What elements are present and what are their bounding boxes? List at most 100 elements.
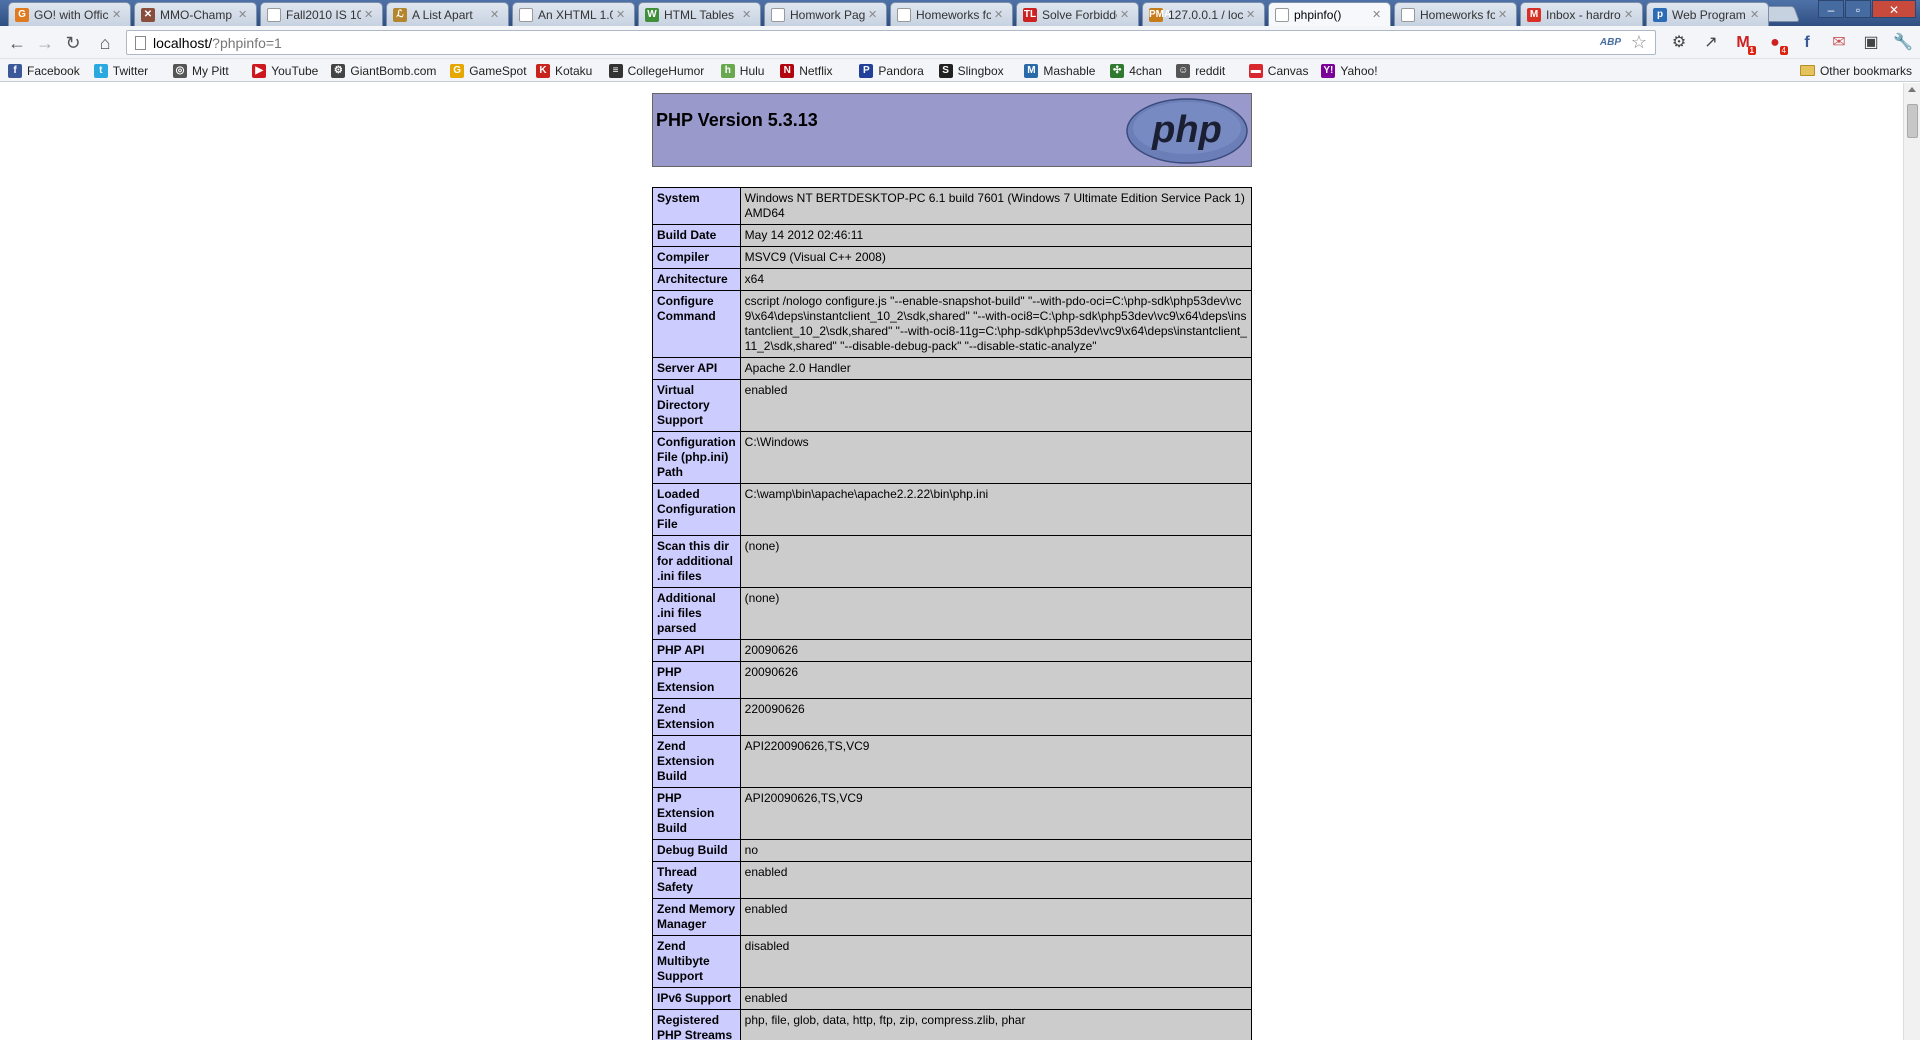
row-value: 20090626 xyxy=(739,639,1253,662)
bookmark-item[interactable]: ⚙ GiantBomb.com xyxy=(331,62,436,79)
table-row: Architecture x64 xyxy=(652,268,1253,291)
notifier-extension-icon[interactable]: ● 4 xyxy=(1764,32,1788,55)
row-value: no xyxy=(739,839,1253,862)
bookmark-item[interactable]: t Twitter xyxy=(93,62,148,79)
home-icon[interactable]: ⌂ xyxy=(94,32,116,54)
bookmark-item[interactable]: ▶ YouTube xyxy=(252,62,318,79)
browser-tab[interactable]: Homwork Pag ✕ xyxy=(764,2,887,26)
browser-tab[interactable]: W HTML Tables ✕ xyxy=(638,2,761,26)
bookmark-favicon-icon: t xyxy=(93,63,108,78)
bookmark-item[interactable]: M Mashable xyxy=(1024,62,1095,79)
settings-extension-icon[interactable]: ⚙ xyxy=(1668,32,1690,54)
row-key: Zend Extension xyxy=(652,698,741,736)
facebook-extension-icon[interactable]: f xyxy=(1796,32,1818,54)
page-scrollbar[interactable] xyxy=(1903,83,1920,1040)
tab-favicon-icon xyxy=(267,7,281,22)
browser-tab[interactable]: PMA 127.0.0.1 / loca ✕ xyxy=(1142,2,1265,26)
gmail-extension-icon[interactable]: M1 xyxy=(1732,32,1756,55)
table-row: Zend Multibyte Support disabled xyxy=(652,935,1253,988)
bookmark-item[interactable]: f Facebook xyxy=(8,62,80,79)
tab-close-icon[interactable]: ✕ xyxy=(1750,8,1762,21)
tab-close-icon[interactable]: ✕ xyxy=(238,8,250,21)
table-row: Build Date May 14 2012 02:46:11 xyxy=(652,224,1253,247)
row-value: May 14 2012 02:46:11 xyxy=(739,224,1253,247)
tab-close-icon[interactable]: ✕ xyxy=(112,8,124,21)
tab-title: Inbox - hardro xyxy=(1546,7,1621,22)
wrench-menu-icon[interactable]: 🔧 xyxy=(1892,32,1914,54)
row-key: Zend Multibyte Support xyxy=(652,935,741,988)
maximize-button[interactable]: ▫ xyxy=(1845,0,1871,18)
scroll-thumb[interactable] xyxy=(1907,104,1918,138)
browser-tab[interactable]: phpinfo() ✕ xyxy=(1268,2,1391,26)
scroll-up-arrow[interactable] xyxy=(1908,87,1916,92)
tab-close-icon[interactable]: ✕ xyxy=(742,8,754,21)
tab-favicon-icon xyxy=(771,7,785,22)
table-row: Debug Build no xyxy=(652,839,1253,862)
bookmark-item[interactable]: ✣ 4chan xyxy=(1110,62,1162,79)
table-row: PHP Extension 20090626 xyxy=(652,661,1253,699)
page-title: PHP Version 5.3.13 xyxy=(656,110,818,130)
tab-close-icon[interactable]: ✕ xyxy=(868,8,880,21)
bookmark-favicon-icon: h xyxy=(720,63,735,78)
browser-tab[interactable]: TL Solve Forbidde ✕ xyxy=(1016,2,1139,26)
tab-title: GO! with Offic xyxy=(34,7,109,22)
tab-close-icon[interactable]: ✕ xyxy=(616,8,628,21)
bookmark-label: GameSpot xyxy=(469,63,527,78)
tab-close-icon[interactable]: ✕ xyxy=(1624,8,1636,21)
bookmark-star-icon[interactable]: ☆ xyxy=(1631,32,1647,53)
address-url[interactable]: localhost/?phpinfo=1 xyxy=(153,35,282,51)
address-bar[interactable]: localhost/?phpinfo=1 ABP ☆ xyxy=(126,30,1656,55)
bookmark-item[interactable]: S Slingbox xyxy=(938,62,1004,79)
bookmark-favicon-icon: Y! xyxy=(1321,63,1336,78)
browser-tab[interactable]: ✕ MMO-Champ ✕ xyxy=(134,2,257,26)
php-info-table: System Windows NT BERTDESKTOP-PC 6.1 buil… xyxy=(652,187,1253,1040)
other-bookmarks[interactable]: Other bookmarks xyxy=(1799,62,1912,79)
row-value: 20090626 xyxy=(739,661,1253,699)
bookmark-item[interactable]: ◎ My Pitt xyxy=(173,62,229,79)
tab-close-icon[interactable]: ✕ xyxy=(1246,8,1258,21)
mail-extension-icon[interactable]: ✉ xyxy=(1828,32,1850,54)
abp-icon[interactable]: ABP xyxy=(1600,37,1621,48)
row-value: C:\wamp\bin\apache\apache2.2.22\bin\php.… xyxy=(739,483,1253,536)
tab-favicon-icon xyxy=(1275,7,1289,22)
screenshot-extension-icon[interactable]: ▣ xyxy=(1860,32,1882,54)
bookmark-item[interactable]: Y! Yahoo! xyxy=(1321,62,1378,79)
bookmark-item[interactable]: K Kotaku xyxy=(536,62,592,79)
bookmark-item[interactable]: ▬ Canvas xyxy=(1248,62,1308,79)
browser-toolbar: ← → ↻ ⌂ localhost/?phpinfo=1 ABP ☆ ⚙ ↗ M… xyxy=(0,26,1920,59)
browser-tab[interactable]: p Web Program ✕ xyxy=(1646,2,1769,26)
table-row: Compiler MSVC9 (Visual C++ 2008) xyxy=(652,246,1253,269)
forward-icon[interactable]: → xyxy=(34,32,56,54)
close-window-button[interactable]: ✕ xyxy=(1872,0,1916,18)
back-icon[interactable]: ← xyxy=(6,32,28,54)
tab-close-icon[interactable]: ✕ xyxy=(994,8,1006,21)
browser-tab[interactable]: Fall2010 IS 105✕ xyxy=(260,2,383,26)
share-extension-icon[interactable]: ↗ xyxy=(1700,32,1722,54)
table-row: IPv6 Support enabled xyxy=(652,987,1253,1010)
bookmark-item[interactable]: h Hulu xyxy=(720,62,765,79)
tab-close-icon[interactable]: ✕ xyxy=(364,8,376,21)
reload-icon[interactable]: ↻ xyxy=(62,32,84,54)
minimize-button[interactable]: – xyxy=(1818,0,1844,18)
bookmark-item[interactable]: N Netflix xyxy=(780,62,833,79)
tab-title: An XHTML 1.0 xyxy=(538,7,613,22)
bookmark-favicon-icon: M xyxy=(1024,63,1039,78)
bookmark-favicon-icon: G xyxy=(450,63,465,78)
browser-tab[interactable]: ℒ A List Apart ✕ xyxy=(386,2,509,26)
tab-close-icon[interactable]: ✕ xyxy=(1372,8,1384,21)
bookmark-item[interactable]: P Pandora xyxy=(859,62,924,79)
tab-close-icon[interactable]: ✕ xyxy=(1498,8,1510,21)
row-value: API20090626,TS,VC9 xyxy=(739,787,1253,840)
bookmark-item[interactable]: ☺ reddit xyxy=(1176,62,1225,79)
tab-favicon-icon xyxy=(1401,7,1415,22)
browser-tab[interactable]: G GO! with Offic ✕ xyxy=(8,2,131,26)
bookmark-label: Hulu xyxy=(739,63,765,78)
bookmark-item[interactable]: G GameSpot xyxy=(450,62,527,79)
browser-tab[interactable]: M Inbox - hardro ✕ xyxy=(1520,2,1643,26)
tab-close-icon[interactable]: ✕ xyxy=(1120,8,1132,21)
browser-tab[interactable]: Homeworks fo ✕ xyxy=(1394,2,1517,26)
browser-tab[interactable]: An XHTML 1.0 ✕ xyxy=(512,2,635,26)
bookmark-item[interactable]: ≡ CollegeHumor xyxy=(608,62,704,79)
browser-tab[interactable]: Homeworks fo ✕ xyxy=(890,2,1013,26)
tab-close-icon[interactable]: ✕ xyxy=(490,8,502,21)
